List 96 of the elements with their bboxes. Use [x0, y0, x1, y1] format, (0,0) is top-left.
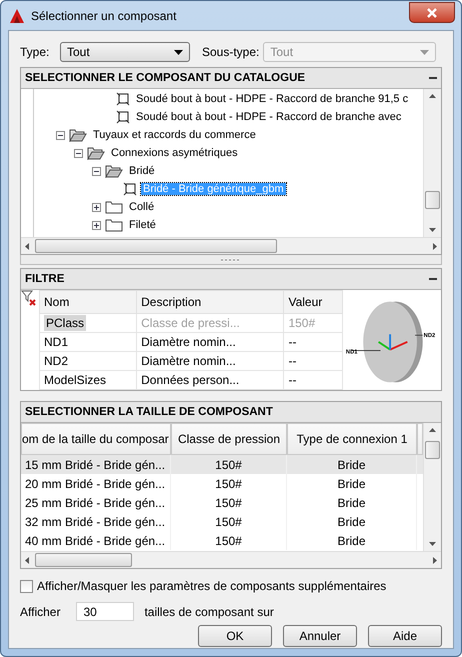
subtype-label: Sous-type: [202, 45, 260, 59]
tree-item[interactable]: Tuyaux et raccords du commerce [91, 129, 258, 141]
column-header[interactable]: Nom [40, 290, 137, 314]
tree-item[interactable]: Fileté [127, 219, 158, 231]
tree-item[interactable]: Bridé [127, 165, 157, 177]
table-cell: Bride [337, 514, 366, 528]
scroll-left-icon[interactable] [25, 556, 29, 564]
tree-item[interactable]: Soudé bout à bout - HDPE - Raccord de branche 91,5 c [134, 93, 410, 105]
component-icon [123, 182, 137, 196]
table-cell: Données person... [136, 370, 284, 390]
horizontal-scrollbar[interactable] [21, 551, 441, 568]
count-suffix: tailles de composant sur [144, 604, 274, 618]
table-row[interactable]: 32 mm Bridé - Bride gén... 150# Bride [21, 512, 423, 531]
table-cell: -- [284, 332, 342, 352]
table-cell: -- [284, 352, 342, 370]
scroll-up-icon[interactable] [429, 94, 436, 98]
table-cell: 150# [284, 314, 342, 332]
scroll-thumb[interactable] [35, 553, 132, 567]
vertical-scrollbar[interactable] [423, 89, 441, 237]
table-cell: 20 mm Bridé - Bride gén... [25, 476, 166, 490]
type-label: Type: [20, 45, 50, 59]
table-row[interactable]: 15 mm Bridé - Bride gén... 150# Bride [21, 455, 423, 474]
caret-icon [420, 50, 430, 54]
table-cell: Bride [337, 458, 366, 472]
scroll-right-icon[interactable] [433, 556, 437, 564]
caret-icon [174, 50, 183, 54]
expand-icon[interactable] [92, 202, 101, 212]
scroll-down-icon[interactable] [429, 542, 436, 546]
column-header[interactable]: Type de connexion 1 [287, 423, 417, 455]
horizontal-scrollbar[interactable] [21, 237, 441, 254]
table-cell: Classe de pressi... [136, 314, 284, 332]
table-cell: 150# [215, 476, 242, 490]
table-row[interactable]: 40 mm Bridé - Bride gén... 150# Bride [21, 531, 423, 550]
splitter-handle[interactable] [20, 255, 442, 265]
open-folder-icon [87, 146, 105, 160]
column-header[interactable]: Valeur [284, 290, 342, 314]
section-header[interactable]: SELECTIONNER LA TAILLE DE COMPOSANT [21, 402, 441, 423]
scroll-thumb[interactable] [35, 239, 277, 253]
tree-item[interactable]: Soudé bout à bout - HDPE - Raccord de branche avec [134, 111, 404, 123]
collapse-icon[interactable] [56, 130, 65, 140]
table-cell: 150# [215, 534, 242, 548]
window-title: Sélectionner un composant [31, 8, 176, 22]
table-cell: 150# [215, 496, 242, 510]
count-input[interactable]: 30 [76, 602, 134, 621]
table-cell: 15 mm Bridé - Bride gén... [25, 458, 166, 472]
checkbox-label[interactable]: Afficher/Masquer les paramètres de composants supplémentaires [37, 579, 386, 593]
column-header[interactable]: Description [136, 290, 284, 314]
checkbox[interactable] [20, 580, 33, 592]
table-cell: 25 mm Bridé - Bride gén... [25, 496, 166, 510]
column-header[interactable]: Classe de pression [171, 423, 287, 455]
scroll-right-icon[interactable] [433, 242, 437, 250]
close-button[interactable] [409, 2, 455, 23]
section-header[interactable]: FILTRE [21, 269, 441, 290]
table-cell: ModelSizes [40, 370, 137, 390]
collapse-icon[interactable] [92, 166, 101, 176]
dialog-button[interactable]: Annuler [283, 625, 357, 647]
table-row[interactable]: 20 mm Bridé - Bride gén... 150# Bride [21, 474, 423, 493]
collapse-icon[interactable] [74, 148, 83, 158]
dialog-button[interactable]: Aide [368, 625, 442, 647]
count-label: Afficher [20, 604, 60, 618]
table-cell: PClass [40, 314, 137, 332]
table-cell: Bride [337, 496, 366, 510]
clear-filter-icon[interactable] [21, 290, 37, 306]
close-icon [426, 8, 438, 18]
table-cell: 40 mm Bridé - Bride gén... [25, 534, 166, 548]
table-cell: ND1 [40, 332, 137, 352]
open-folder-icon [105, 164, 123, 178]
folder-icon [105, 218, 123, 232]
open-folder-icon [69, 128, 87, 142]
table-cell: 32 mm Bridé - Bride gén... [25, 514, 166, 528]
table-cell: Diamètre nomin... [136, 352, 284, 370]
scroll-thumb[interactable] [425, 441, 440, 459]
scroll-thumb[interactable] [425, 191, 440, 209]
table-cell: 150# [215, 514, 242, 528]
table-cell: -- [284, 370, 342, 390]
section-header[interactable]: SELECTIONNER LE COMPOSANT DU CATALOGUE [21, 68, 441, 89]
app-logo-icon [9, 8, 25, 24]
tree-item[interactable]: Connexions asymétriques [109, 147, 240, 159]
table-cell: ND2 [40, 352, 137, 370]
expand-icon[interactable] [92, 220, 101, 230]
column-header[interactable]: om de la taille du composar [21, 423, 171, 455]
tree-item[interactable]: Collé [127, 201, 156, 213]
table-cell: Diamètre nomin... [136, 332, 284, 352]
table-cell: 150# [215, 458, 242, 472]
type-dropdown[interactable]: Tout [60, 42, 190, 62]
table-cell: Bride [337, 534, 366, 548]
component-icon [116, 92, 130, 106]
scroll-left-icon[interactable] [25, 242, 29, 250]
table-cell: Bride [337, 476, 366, 490]
folder-icon [105, 200, 123, 214]
vertical-scrollbar[interactable] [423, 423, 441, 551]
component-icon [116, 110, 130, 124]
table-row[interactable]: 25 mm Bridé - Bride gén... 150# Bride [21, 493, 423, 512]
scroll-up-icon[interactable] [429, 428, 436, 432]
scroll-down-icon[interactable] [429, 228, 436, 232]
dialog-button[interactable]: OK [198, 625, 272, 647]
